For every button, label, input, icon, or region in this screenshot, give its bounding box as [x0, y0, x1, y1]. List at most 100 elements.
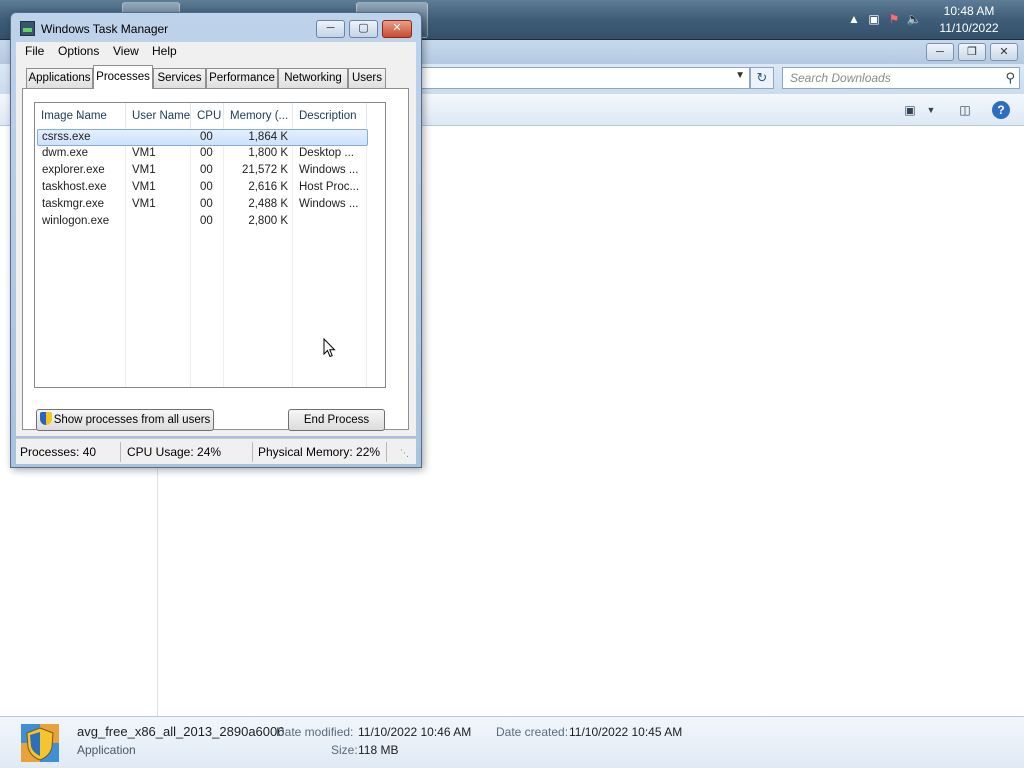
cell-cpu: 00 — [200, 181, 213, 193]
table-row[interactable]: csrss.exe 00 1,864 K — [37, 129, 368, 146]
preview-pane-icon[interactable]: ◫ — [956, 101, 974, 119]
show-all-processes-button[interactable]: Show processes from all users — [36, 409, 214, 431]
chevron-down-icon[interactable]: ▼ — [924, 101, 938, 119]
cell-cpu: 00 — [200, 131, 213, 143]
menu-options[interactable]: Options — [58, 44, 99, 58]
search-icon[interactable]: ⚲ — [1005, 70, 1015, 86]
date-modified-value: 11/10/2022 10:46 AM — [358, 725, 472, 739]
tab-performance[interactable]: Performance — [206, 68, 278, 88]
cell-user-name: VM1 — [132, 181, 156, 193]
status-bar: Processes: 40 CPU Usage: 24% Physical Me… — [16, 438, 416, 464]
size-label: Size: — [331, 743, 358, 757]
task-manager-body: Applications Processes Services Performa… — [16, 62, 416, 436]
cell-memory: 2,616 K — [248, 181, 288, 193]
volume-icon[interactable]: 🔈 — [906, 11, 922, 27]
column-image-name[interactable]: ▲ Image Name — [35, 103, 126, 127]
column-image-name-label: Image Name — [41, 110, 107, 122]
show-hidden-icons-icon[interactable]: ▲ — [846, 11, 862, 27]
menu-file[interactable]: File — [25, 44, 44, 58]
status-separator — [120, 442, 121, 462]
cell-memory: 1,864 K — [248, 131, 288, 143]
uac-shield-icon — [39, 412, 52, 425]
cell-image-name: taskmgr.exe — [42, 198, 104, 210]
table-row[interactable]: taskhost.exe VM1 00 2,616 K Host Proc... — [37, 180, 368, 197]
cell-description: Windows ... — [299, 164, 359, 176]
network-icon[interactable]: ▣ — [866, 11, 882, 27]
chevron-down-icon[interactable]: ▼ — [735, 70, 745, 81]
tab-processes[interactable]: Processes — [93, 65, 153, 89]
column-cpu[interactable]: CPU — [191, 103, 224, 127]
cell-memory: 1,800 K — [248, 147, 288, 159]
table-row[interactable]: explorer.exe VM1 00 21,572 K Windows ... — [37, 163, 368, 180]
processes-panel: ▲ Image Name User Name CPU Memory (... D… — [22, 88, 409, 431]
maximize-button[interactable]: ▢ — [349, 20, 378, 38]
table-row[interactable]: taskmgr.exe VM1 00 2,488 K Windows ... — [37, 197, 368, 214]
action-center-icon[interactable]: ⚑ — [886, 11, 902, 27]
close-button[interactable]: ✕ — [382, 20, 412, 38]
cell-image-name: taskhost.exe — [42, 181, 107, 193]
mouse-pointer-icon — [323, 338, 336, 358]
clock-date: 11/10/2022 — [939, 21, 999, 35]
status-cpu-usage: CPU Usage: 24% — [127, 445, 222, 459]
cell-user-name: VM1 — [132, 164, 156, 176]
status-separator — [252, 442, 253, 462]
status-separator — [386, 442, 387, 462]
cell-cpu: 00 — [200, 215, 213, 227]
cell-description: Desktop ... — [299, 147, 354, 159]
tab-applications[interactable]: Applications — [26, 68, 93, 88]
refresh-icon[interactable]: ↻ — [750, 67, 774, 89]
window-title: Windows Task Manager — [41, 22, 169, 36]
details-pane: avg_free_x86_all_2013_2890a6006 Applicat… — [0, 716, 1024, 768]
size-value: 118 MB — [358, 743, 399, 757]
clock[interactable]: 10:48 AM 11/10/2022 — [934, 3, 1004, 37]
close-button[interactable]: ✕ — [990, 43, 1018, 61]
cell-cpu: 00 — [200, 164, 213, 176]
date-modified-label: Date modified: — [276, 725, 354, 739]
cell-user-name: VM1 — [132, 198, 156, 210]
sort-ascending-icon: ▲ — [77, 113, 84, 120]
cell-memory: 2,800 K — [248, 215, 288, 227]
minimize-button[interactable]: ─ — [926, 43, 954, 61]
tab-services[interactable]: Services — [153, 68, 206, 88]
help-icon[interactable]: ? — [992, 101, 1010, 119]
date-created-label: Date created: — [496, 725, 569, 739]
cell-memory: 2,488 K — [248, 198, 288, 210]
tab-networking[interactable]: Networking — [278, 68, 348, 88]
resize-grip-icon[interactable]: ⋱ — [400, 448, 409, 459]
application-file-icon — [21, 724, 59, 762]
date-created-value: 11/10/2022 10:45 AM — [569, 725, 683, 739]
show-all-processes-label: Show processes from all users — [53, 414, 211, 426]
status-processes: Processes: 40 — [20, 445, 97, 459]
cell-memory: 21,572 K — [241, 164, 288, 176]
cell-image-name: csrss.exe — [42, 131, 91, 143]
end-process-button[interactable]: End Process — [288, 409, 385, 431]
task-manager-window: Windows Task Manager ─ ▢ ✕ File Options … — [10, 12, 422, 468]
column-user-name[interactable]: User Name — [126, 103, 191, 127]
system-tray: ▲ ▣ ⚑ 🔈 10:48 AM 11/10/2022 — [834, 0, 1024, 40]
menu-help[interactable]: Help — [152, 44, 177, 58]
table-row[interactable]: winlogon.exe 00 2,800 K — [37, 214, 368, 231]
table-row[interactable]: dwm.exe VM1 00 1,800 K Desktop ... — [37, 146, 368, 163]
tab-users[interactable]: Users — [348, 68, 386, 88]
change-view-icon[interactable]: ▣ — [902, 101, 918, 119]
menu-view[interactable]: View — [113, 44, 139, 58]
cell-user-name: VM1 — [132, 147, 156, 159]
file-name: avg_free_x86_all_2013_2890a6006 — [77, 724, 285, 739]
cell-description: Windows ... — [299, 198, 359, 210]
cell-cpu: 00 — [200, 198, 213, 210]
maximize-button[interactable]: ❐ — [958, 43, 986, 61]
status-physical-memory: Physical Memory: 22% — [258, 445, 381, 459]
cell-image-name: explorer.exe — [42, 164, 105, 176]
file-type: Application — [77, 743, 136, 757]
cell-image-name: winlogon.exe — [42, 215, 110, 227]
column-description[interactable]: Description — [293, 103, 367, 127]
search-placeholder: Search Downloads — [790, 71, 891, 85]
minimize-button[interactable]: ─ — [316, 20, 345, 38]
task-manager-icon — [20, 21, 35, 36]
column-memory[interactable]: Memory (... — [224, 103, 293, 127]
clock-time: 10:48 AM — [943, 4, 995, 18]
address-bar[interactable]: ▼ — [420, 67, 750, 89]
cell-cpu: 00 — [200, 147, 213, 159]
cell-image-name: dwm.exe — [42, 147, 89, 159]
search-input[interactable]: Search Downloads ⚲ — [782, 67, 1020, 89]
